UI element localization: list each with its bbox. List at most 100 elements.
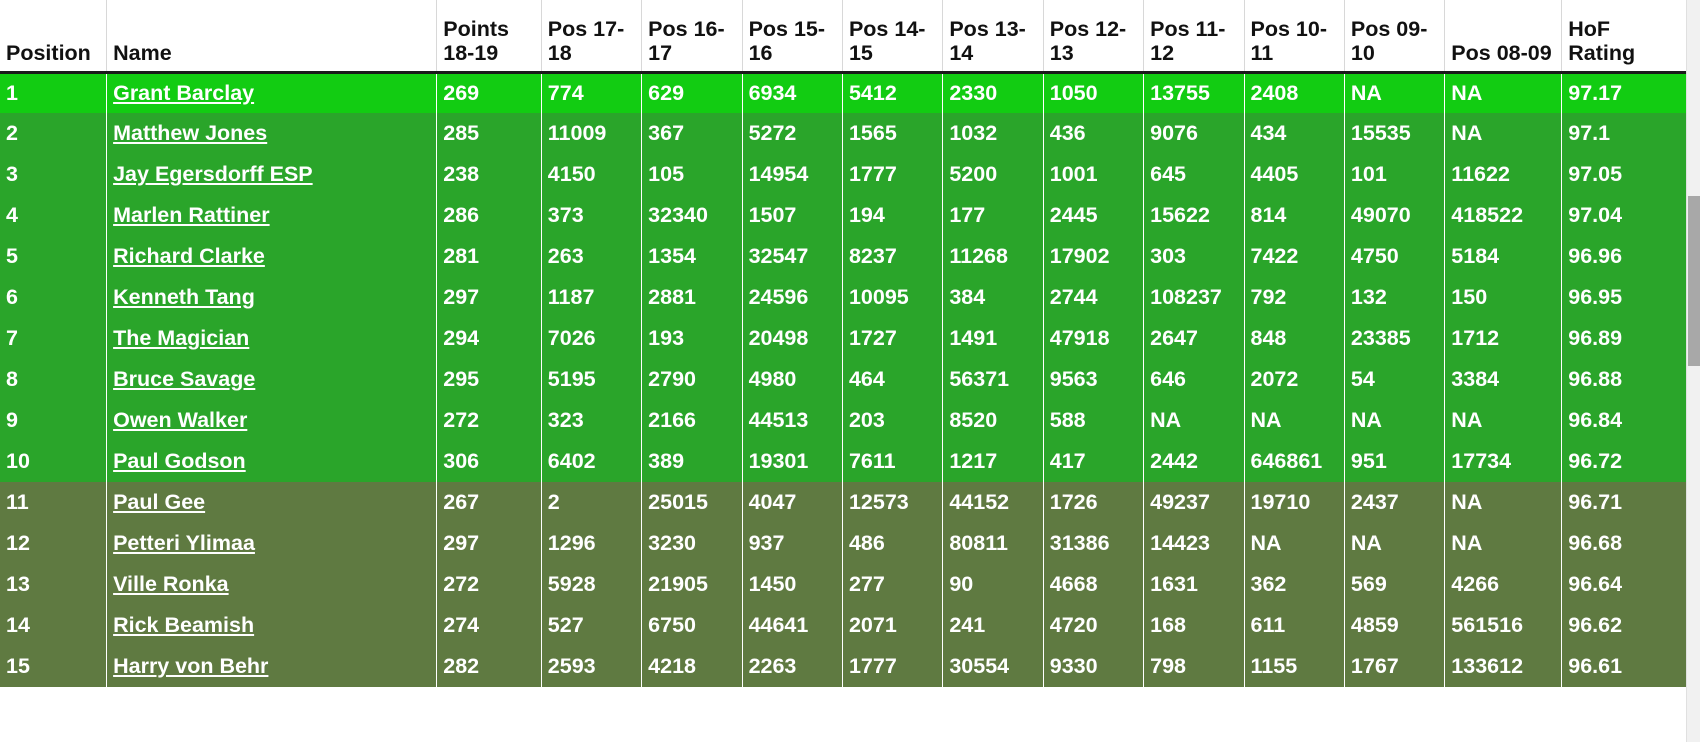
table-row[interactable]: 14 Rick Beamish 274 527 6750 44641 2071 241 4720…	[0, 605, 1686, 646]
player-name-link[interactable]: Harry von Behr	[113, 654, 268, 678]
cell-pos0910: 569	[1344, 564, 1446, 605]
cell-pos1718: 5928	[541, 564, 643, 605]
player-name-cell[interactable]: Marlen Rattiner	[106, 195, 438, 236]
column-header-position[interactable]: Position	[0, 0, 108, 74]
cell-pos1718: 1187	[541, 277, 643, 318]
cell-pos1617: 4218	[641, 646, 743, 687]
player-name-link[interactable]: Owen Walker	[113, 408, 247, 432]
column-header-pos0809[interactable]: Pos 08-09	[1444, 0, 1563, 74]
cell-pos1415: 194	[842, 195, 944, 236]
cell-pos1112: 15622	[1143, 195, 1245, 236]
player-name-link[interactable]: Petteri Ylimaa	[113, 531, 255, 555]
cell-pos0809: NA	[1444, 400, 1563, 441]
player-name-cell[interactable]: Paul Gee	[106, 482, 438, 523]
table-row[interactable]: 12 Petteri Ylimaa 297 1296 3230 937 486 80811 31…	[0, 523, 1686, 564]
column-header-pos0910[interactable]: Pos 09-10	[1344, 0, 1446, 74]
player-name-link[interactable]: Ville Ronka	[113, 572, 229, 596]
ranking-table-viewport: Position Name Points 18-19 Pos 17-18 Pos 16-…	[0, 0, 1700, 742]
cell-pos1112: 2442	[1143, 441, 1245, 482]
player-name-link[interactable]: Grant Barclay	[113, 81, 254, 105]
cell-pos1617: 3230	[641, 523, 743, 564]
cell-pos0809: 3384	[1444, 359, 1563, 400]
table-row[interactable]: 3 Jay Egersdorff ESP 238 4150 105 14954 1777 52…	[0, 154, 1686, 195]
cell-points1819: 269	[436, 72, 542, 113]
player-name-cell[interactable]: Jay Egersdorff ESP	[106, 154, 438, 195]
cell-pos1112: 798	[1143, 646, 1245, 687]
table-row[interactable]: 11 Paul Gee 267 2 25015 4047 12573 44152 1726 492…	[0, 482, 1686, 523]
table-row[interactable]: 7 The Magician 294 7026 193 20498 1727 1491 4791…	[0, 318, 1686, 359]
player-name-cell[interactable]: Paul Godson	[106, 441, 438, 482]
player-name-cell[interactable]: Ville Ronka	[106, 564, 438, 605]
cell-pos0809: NA	[1444, 72, 1563, 113]
player-name-cell[interactable]: Kenneth Tang	[106, 277, 438, 318]
cell-points1819: 274	[436, 605, 542, 646]
column-header-pos1718[interactable]: Pos 17-18	[541, 0, 643, 74]
table-row[interactable]: 4 Marlen Rattiner 286 373 32340 1507 194 177 244…	[0, 195, 1686, 236]
cell-pos1718: 7026	[541, 318, 643, 359]
column-header-pos1617[interactable]: Pos 16-17	[641, 0, 743, 74]
column-header-pos1213[interactable]: Pos 12-13	[1043, 0, 1145, 74]
player-name-link[interactable]: Paul Gee	[113, 490, 205, 514]
column-header-pos1314[interactable]: Pos 13-14	[942, 0, 1044, 74]
column-header-pos1415[interactable]: Pos 14-15	[842, 0, 944, 74]
column-header-pos1011[interactable]: Pos 10-11	[1244, 0, 1345, 74]
vertical-scrollbar-thumb[interactable]	[1688, 196, 1700, 366]
cell-points1819: 286	[436, 195, 542, 236]
cell-pos1516: 1507	[742, 195, 843, 236]
player-name-link[interactable]: Bruce Savage	[113, 367, 255, 391]
cell-pos1112: 9076	[1143, 113, 1245, 154]
cell-pos1415: 1777	[842, 646, 944, 687]
player-name-cell[interactable]: Richard Clarke	[106, 236, 438, 277]
player-name-link[interactable]: Matthew Jones	[113, 121, 267, 145]
player-name-cell[interactable]: Rick Beamish	[106, 605, 438, 646]
column-header-hof[interactable]: HoF Rating	[1561, 0, 1686, 74]
player-name-cell[interactable]: Matthew Jones	[106, 113, 438, 154]
table-row[interactable]: 1 Grant Barclay 269 774 629 6934 5412 2330 1050 1…	[0, 72, 1686, 113]
cell-pos1011: 2072	[1244, 359, 1345, 400]
column-header-name[interactable]: Name	[106, 0, 438, 74]
table-row[interactable]: 10 Paul Godson 306 6402 389 19301 7611 1217 417 2…	[0, 441, 1686, 482]
table-row[interactable]: 9 Owen Walker 272 323 2166 44513 203 8520 588 NA N…	[0, 400, 1686, 441]
cell-points1819: 306	[436, 441, 542, 482]
player-name-cell[interactable]: Petteri Ylimaa	[106, 523, 438, 564]
player-name-cell[interactable]: The Magician	[106, 318, 438, 359]
player-name-link[interactable]: Richard Clarke	[113, 244, 265, 268]
player-name-link[interactable]: Marlen Rattiner	[113, 203, 270, 227]
player-name-cell[interactable]: Bruce Savage	[106, 359, 438, 400]
cell-pos1213: 1001	[1043, 154, 1145, 195]
cell-pos1415: 2071	[842, 605, 944, 646]
player-name-link[interactable]: The Magician	[113, 326, 249, 350]
cell-hof: 96.68	[1561, 523, 1686, 564]
player-name-link[interactable]: Jay Egersdorff ESP	[113, 162, 313, 186]
cell-pos0809: 133612	[1444, 646, 1563, 687]
column-header-pos1516[interactable]: Pos 15-16	[742, 0, 843, 74]
cell-pos1011: 1155	[1244, 646, 1345, 687]
table-row[interactable]: 8 Bruce Savage 295 5195 2790 4980 464 56371 9563…	[0, 359, 1686, 400]
cell-pos1112: 168	[1143, 605, 1245, 646]
cell-pos1213: 17902	[1043, 236, 1145, 277]
cell-pos1617: 2881	[641, 277, 743, 318]
player-name-cell[interactable]: Owen Walker	[106, 400, 438, 441]
table-row[interactable]: 6 Kenneth Tang 297 1187 2881 24596 10095 384 274…	[0, 277, 1686, 318]
table-header: Position Name Points 18-19 Pos 17-18 Pos 16-…	[0, 0, 1686, 74]
cell-pos1213: 4668	[1043, 564, 1145, 605]
player-name-cell[interactable]: Grant Barclay	[106, 72, 438, 113]
cell-pos1617: 32340	[641, 195, 743, 236]
table-row[interactable]: 5 Richard Clarke 281 263 1354 32547 8237 11268 1…	[0, 236, 1686, 277]
player-name-cell[interactable]: Harry von Behr	[106, 646, 438, 687]
column-header-points1819[interactable]: Points 18-19	[436, 0, 542, 74]
table-row[interactable]: 13 Ville Ronka 272 5928 21905 1450 277 90 4668 16…	[0, 564, 1686, 605]
cell-pos0809: 150	[1444, 277, 1563, 318]
cell-position: 11	[0, 482, 108, 523]
table-row[interactable]: 15 Harry von Behr 282 2593 4218 2263 1777 30554…	[0, 646, 1686, 687]
cell-pos1112: 303	[1143, 236, 1245, 277]
table-row[interactable]: 2 Matthew Jones 285 11009 367 5272 1565 1032 436…	[0, 113, 1686, 154]
player-name-link[interactable]: Paul Godson	[113, 449, 246, 473]
cell-hof: 96.62	[1561, 605, 1686, 646]
player-name-link[interactable]: Rick Beamish	[113, 613, 254, 637]
vertical-scrollbar[interactable]	[1686, 0, 1700, 742]
player-name-link[interactable]: Kenneth Tang	[113, 285, 255, 309]
cell-position: 6	[0, 277, 108, 318]
column-header-pos1112[interactable]: Pos 11-12	[1143, 0, 1245, 74]
cell-pos1213: 31386	[1043, 523, 1145, 564]
